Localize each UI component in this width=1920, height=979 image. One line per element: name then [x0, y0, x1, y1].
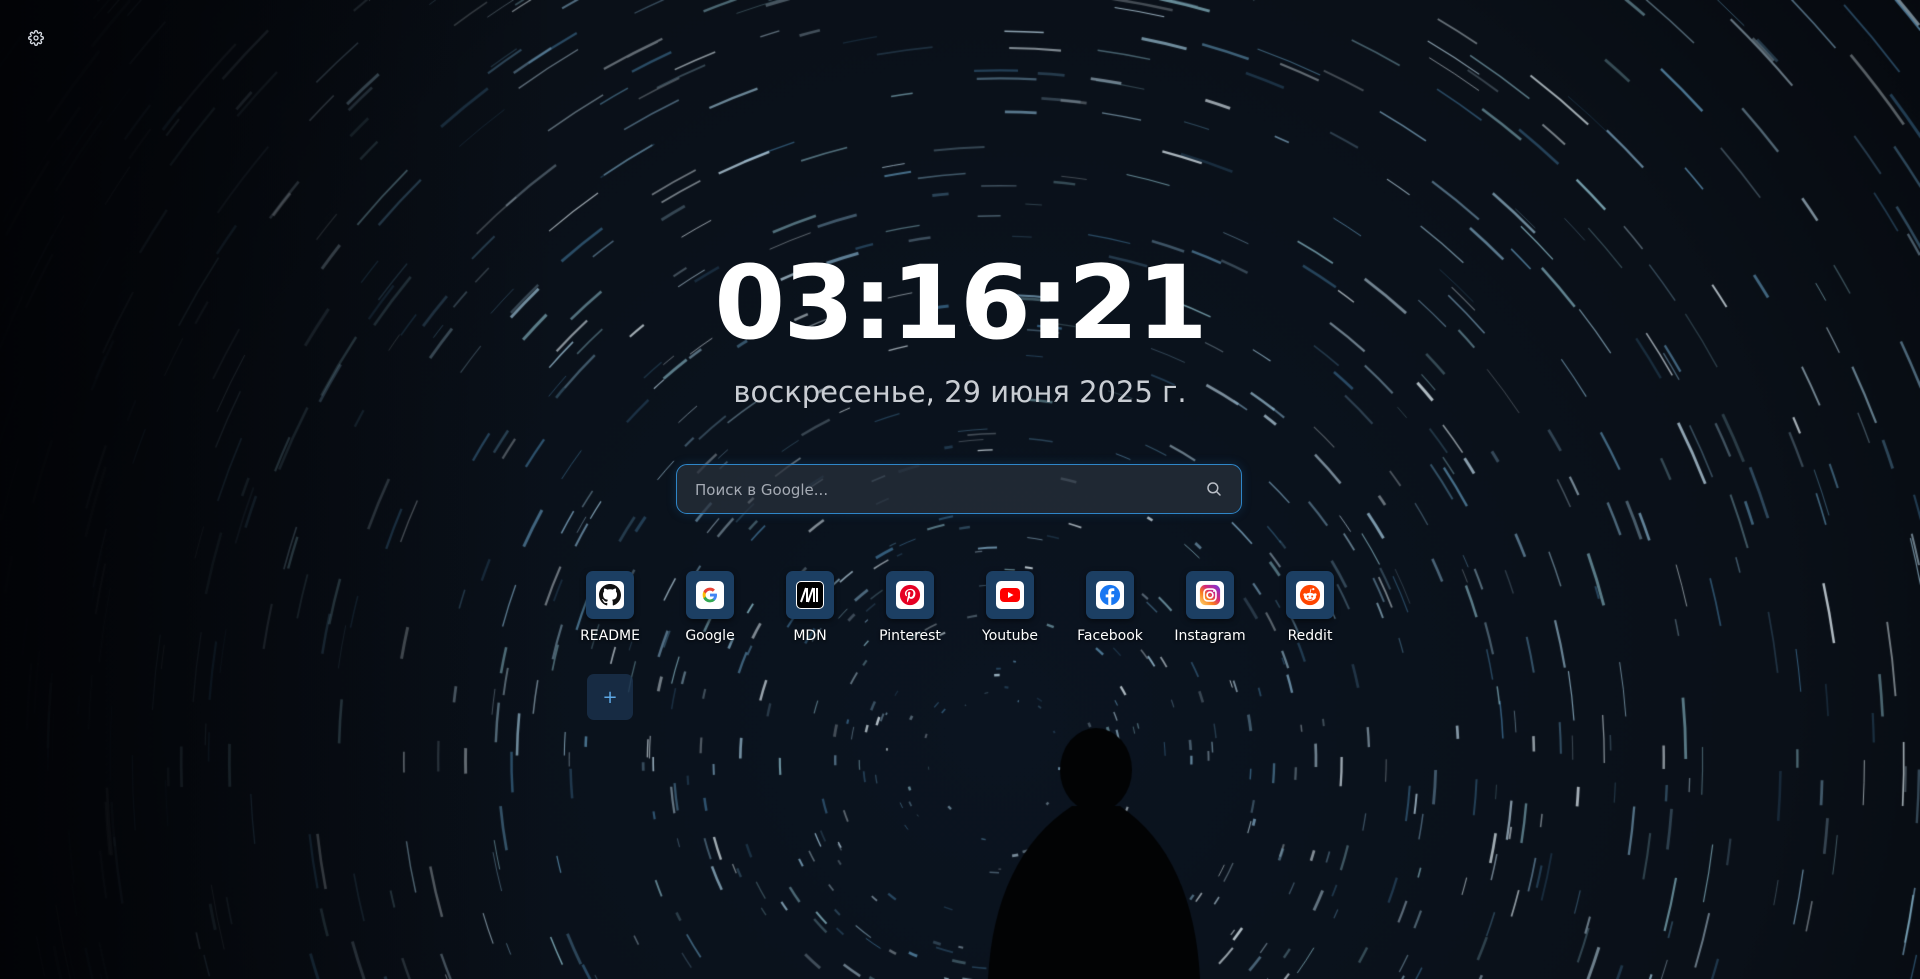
settings-button[interactable] — [26, 28, 46, 48]
shortcut-label: Pinterest — [879, 628, 941, 644]
youtube-icon — [996, 581, 1024, 609]
pinterest-icon — [896, 581, 924, 609]
search-icon[interactable] — [1205, 480, 1223, 498]
mdn-icon — [796, 581, 824, 609]
shortcut-label: Google — [685, 628, 735, 644]
gear-icon — [28, 30, 44, 46]
search-bar — [676, 464, 1242, 514]
date-display: воскресенье, 29 июня 2025 г. — [733, 375, 1187, 409]
shortcut-tile — [1286, 571, 1334, 619]
shortcut-tile — [1186, 571, 1234, 619]
shortcut-label: Facebook — [1077, 628, 1143, 644]
shortcut-label: README — [580, 628, 640, 644]
shortcut-tile — [786, 571, 834, 619]
shortcut-tile — [686, 571, 734, 619]
plus-icon: + — [602, 686, 618, 708]
shortcut-label: Reddit — [1287, 628, 1333, 644]
shortcut-label: MDN — [793, 628, 827, 644]
shortcut-tile — [986, 571, 1034, 619]
shortcut-label: Youtube — [982, 628, 1038, 644]
shortcut-tile — [586, 571, 634, 619]
clock-time: 03:16:21 — [714, 244, 1207, 363]
facebook-icon — [1096, 581, 1124, 609]
shortcut-tile — [1086, 571, 1134, 619]
instagram-icon — [1196, 581, 1224, 609]
add-shortcut-button[interactable]: + — [587, 674, 633, 720]
reddit-icon — [1296, 581, 1324, 609]
search-input[interactable] — [693, 465, 1177, 514]
google-icon — [696, 581, 724, 609]
shortcut-label: Instagram — [1174, 628, 1246, 644]
github-icon — [596, 581, 624, 609]
shortcut-tile — [886, 571, 934, 619]
